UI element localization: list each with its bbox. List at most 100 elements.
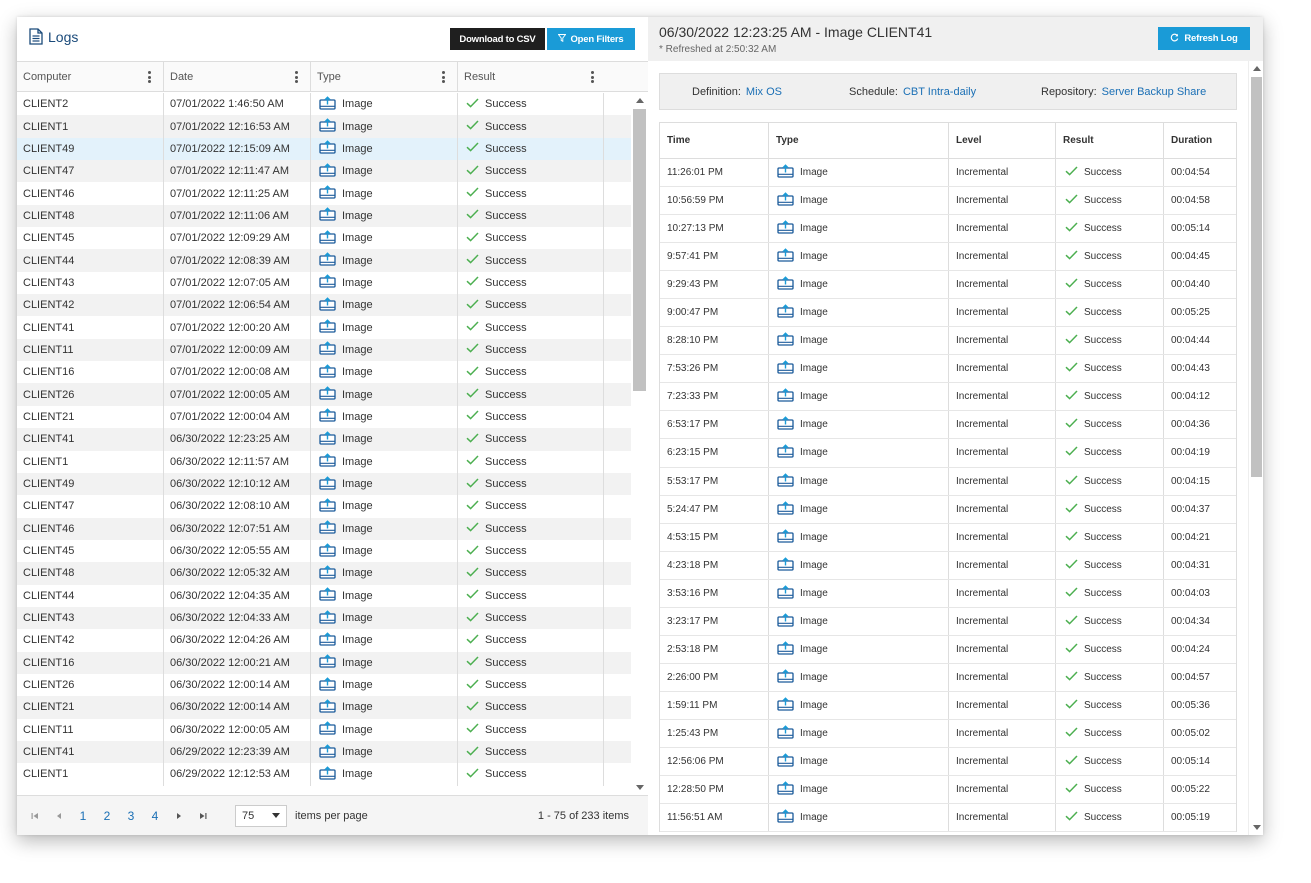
table-row[interactable]: CLIENT11 06/30/2022 12:00:05 AM Image Succe… [17, 718, 631, 741]
scroll-down-icon[interactable] [1253, 825, 1261, 830]
table-row[interactable]: 12:56:06 PM Image Incremental Success 00:05:… [660, 747, 1236, 777]
table-row[interactable]: CLIENT44 07/01/2022 12:08:39 AM Image Succe… [17, 249, 631, 272]
last-page-icon[interactable] [191, 806, 215, 826]
table-row[interactable]: CLIENT1 06/30/2022 12:11:57 AM Image Succes… [17, 450, 631, 473]
result-label: Success [485, 232, 527, 245]
table-row[interactable]: 4:53:15 PM Image Incremental Success 00:04:2… [660, 523, 1236, 552]
previous-page-icon[interactable] [47, 806, 71, 826]
table-row[interactable]: 9:29:43 PM Image Incremental Success 00:04:4… [660, 271, 1236, 300]
page-link-3[interactable]: 3 [119, 806, 143, 826]
column-header-type[interactable]: Type [769, 123, 949, 158]
table-row[interactable]: CLIENT45 07/01/2022 12:09:29 AM Image Succe… [17, 227, 631, 250]
table-row[interactable]: CLIENT26 06/30/2022 12:00:14 AM Image Succe… [17, 673, 631, 697]
table-row[interactable]: CLIENT49 06/30/2022 12:10:12 AM Image Succe… [17, 472, 631, 496]
table-row[interactable]: CLIENT44 06/30/2022 12:04:35 AM Image Succe… [17, 584, 631, 607]
table-row[interactable]: CLIENT41 06/30/2022 12:23:25 AM Image Succe… [17, 428, 631, 451]
page-size-select[interactable]: 75 [235, 804, 287, 827]
table-row[interactable]: CLIENT48 07/01/2022 12:11:06 AM Image Succe… [17, 204, 631, 228]
table-row[interactable]: 2:26:00 PM Image Incremental Success 00:04:5… [660, 663, 1236, 692]
table-row[interactable]: 8:28:10 PM Image Incremental Success 00:04:4… [660, 327, 1236, 356]
table-row[interactable]: 6:23:15 PM Image Incremental Success 00:04:1… [660, 439, 1236, 468]
column-menu-icon[interactable] [442, 71, 445, 83]
table-row[interactable]: 7:23:33 PM Image Incremental Success 00:04:1… [660, 383, 1236, 412]
refresh-log-button[interactable]: Refresh Log [1158, 27, 1250, 50]
checkmark-icon [1065, 446, 1078, 459]
table-row[interactable]: 5:24:47 PM Image Incremental Success 00:04:3… [660, 495, 1236, 524]
table-row[interactable]: 12:28:50 PM Image Incremental Success 00:05:… [660, 776, 1236, 805]
image-backup-icon [777, 164, 794, 181]
table-row[interactable]: 3:53:16 PM Image Incremental Success 00:04:0… [660, 579, 1236, 608]
table-row[interactable]: CLIENT42 07/01/2022 12:06:54 AM Image Succe… [17, 294, 631, 317]
table-row[interactable]: 7:53:26 PM Image Incremental Success 00:04:4… [660, 355, 1236, 384]
column-header-time[interactable]: Time [660, 123, 769, 158]
table-row[interactable]: 11:26:01 PM Image Incremental Success 00:04:… [660, 159, 1236, 188]
column-header-date[interactable]: Date [164, 62, 311, 92]
column-menu-icon[interactable] [148, 71, 151, 83]
schedule-link[interactable]: CBT Intra-daily [903, 86, 976, 98]
column-header-computer[interactable]: Computer [17, 62, 164, 92]
scroll-up-icon[interactable] [636, 98, 644, 103]
scrollbar-thumb[interactable] [1251, 77, 1262, 477]
repository-link[interactable]: Server Backup Share [1102, 86, 1207, 98]
type-label: Image [800, 615, 828, 627]
table-row[interactable]: 10:27:13 PM Image Incremental Success 00:05:… [660, 215, 1236, 244]
table-row[interactable]: CLIENT46 06/30/2022 12:07:51 AM Image Succe… [17, 517, 631, 540]
table-row[interactable]: CLIENT21 07/01/2022 12:00:04 AM Image Succe… [17, 405, 631, 429]
first-page-icon[interactable] [23, 806, 47, 826]
checkmark-icon [466, 746, 479, 759]
column-header-type[interactable]: Type [311, 62, 458, 92]
column-header-duration[interactable]: Duration [1164, 123, 1236, 158]
table-row[interactable]: CLIENT48 06/30/2022 12:05:32 AM Image Succe… [17, 562, 631, 585]
page-link-4[interactable]: 4 [143, 806, 167, 826]
table-row[interactable]: 6:53:17 PM Image Incremental Success 00:04:3… [660, 411, 1236, 440]
table-row[interactable]: CLIENT26 07/01/2022 12:00:05 AM Image Succe… [17, 383, 631, 406]
table-row[interactable]: 5:53:17 PM Image Incremental Success 00:04:1… [660, 467, 1236, 496]
table-row[interactable]: CLIENT1 07/01/2022 12:16:53 AM Image Succes… [17, 115, 631, 138]
table-row[interactable]: CLIENT46 07/01/2022 12:11:25 AM Image Succe… [17, 182, 631, 205]
table-row[interactable]: CLIENT1 06/29/2022 12:12:53 AM Image Succes… [17, 763, 631, 786]
table-row[interactable]: CLIENT21 06/30/2022 12:00:14 AM Image Succe… [17, 696, 631, 719]
table-row[interactable]: CLIENT16 06/30/2022 12:00:21 AM Image Succe… [17, 651, 631, 674]
table-row[interactable]: 9:57:41 PM Image Incremental Success 00:04:4… [660, 243, 1236, 272]
table-row[interactable]: 9:00:47 PM Image Incremental Success 00:05:2… [660, 299, 1236, 328]
table-row[interactable]: CLIENT41 06/29/2022 12:23:39 AM Image Succe… [17, 740, 631, 764]
scrollbar-thumb[interactable] [633, 109, 646, 391]
table-row[interactable]: CLIENT43 06/30/2022 12:04:33 AM Image Succe… [17, 606, 631, 630]
table-row[interactable]: CLIENT43 07/01/2022 12:07:05 AM Image Succe… [17, 271, 631, 295]
column-header-label: Result [464, 71, 496, 83]
table-row[interactable]: CLIENT45 06/30/2022 12:05:55 AM Image Succe… [17, 539, 631, 563]
page-link-2[interactable]: 2 [95, 806, 119, 826]
download-csv-button[interactable]: Download to CSV [450, 28, 545, 50]
detail-scrollbar[interactable] [1248, 61, 1263, 835]
table-row[interactable]: 3:23:17 PM Image Incremental Success 00:04:3… [660, 607, 1236, 636]
column-menu-icon[interactable] [295, 71, 298, 83]
table-row[interactable]: 4:23:18 PM Image Incremental Success 00:04:3… [660, 551, 1236, 580]
scroll-up-icon[interactable] [1253, 66, 1261, 71]
table-row[interactable]: 1:25:43 PM Image Incremental Success 00:05:0… [660, 719, 1236, 748]
table-row[interactable]: CLIENT11 07/01/2022 12:00:09 AM Image Succe… [17, 338, 631, 362]
table-row[interactable]: CLIENT2 07/01/2022 1:46:50 AM Image Success [17, 93, 631, 116]
page-link-1[interactable]: 1 [71, 806, 95, 826]
next-page-icon[interactable] [167, 806, 191, 826]
column-header-result[interactable]: Result [1056, 123, 1164, 158]
table-row[interactable]: 1:59:11 PM Image Incremental Success 00:05:3… [660, 691, 1236, 720]
type-cell: Image [311, 718, 458, 741]
logs-scrollbar[interactable] [631, 93, 648, 795]
table-row[interactable]: CLIENT41 07/01/2022 12:00:20 AM Image Succe… [17, 316, 631, 339]
column-menu-icon[interactable] [591, 71, 594, 83]
scroll-down-icon[interactable] [636, 785, 644, 790]
table-row[interactable]: 11:56:51 AM Image Incremental Success 00:05:… [660, 804, 1236, 833]
table-row[interactable]: CLIENT49 07/01/2022 12:15:09 AM Image Succe… [17, 137, 631, 161]
table-row[interactable]: CLIENT42 06/30/2022 12:04:26 AM Image Succe… [17, 629, 631, 652]
table-row[interactable]: 2:53:18 PM Image Incremental Success 00:04:2… [660, 635, 1236, 664]
definition-link[interactable]: Mix OS [746, 86, 782, 98]
table-row[interactable]: CLIENT16 07/01/2022 12:00:08 AM Image Succe… [17, 361, 631, 384]
filter-icon [558, 33, 567, 45]
table-row[interactable]: CLIENT47 07/01/2022 12:11:47 AM Image Succe… [17, 160, 631, 183]
table-row[interactable]: 10:56:59 PM Image Incremental Success 00:04:… [660, 187, 1236, 216]
open-filters-button[interactable]: Open Filters [547, 28, 635, 50]
result-cell: Success [1056, 439, 1164, 467]
table-row[interactable]: CLIENT47 06/30/2022 12:08:10 AM Image Succe… [17, 495, 631, 518]
column-header-result[interactable]: Result [458, 62, 631, 92]
column-header-level[interactable]: Level [949, 123, 1056, 158]
